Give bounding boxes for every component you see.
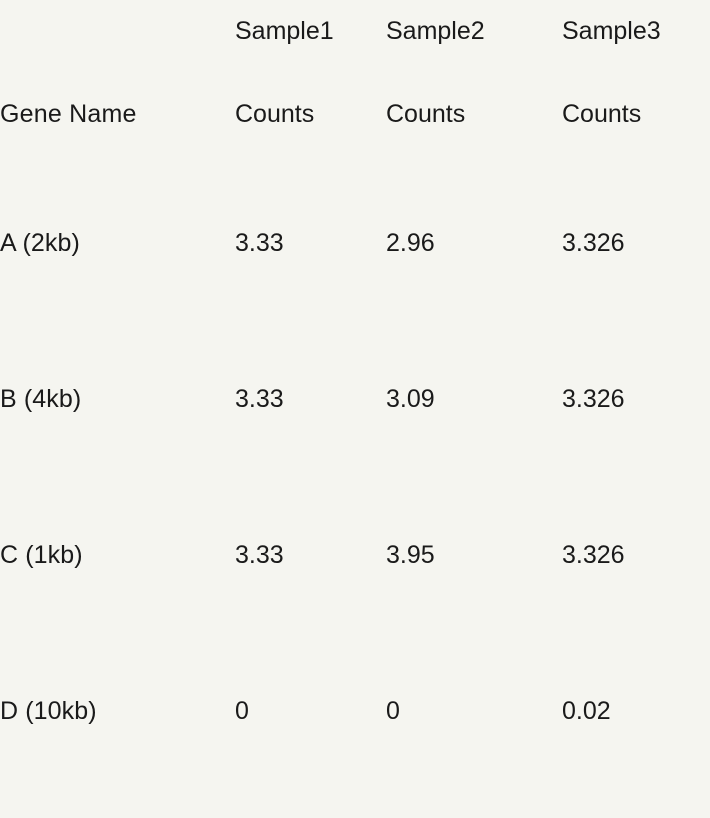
count-cell-sample3: 0.02 [562,697,611,725]
column-header-gene-name: Gene Name [0,99,137,128]
table-row: D (10kb) 0 0 0.02 [0,633,710,789]
count-cell-sample1: 3.33 [235,541,284,569]
count-cell-sample1: 0 [235,697,249,725]
count-cell-sample1: 3.33 [235,385,284,413]
table-body: A (2kb) 3.33 2.96 3.326 B (4kb) 3.33 3.0… [0,165,710,789]
table-row: C (1kb) 3.33 3.95 3.326 [0,477,710,633]
gene-name-cell: C (1kb) [0,541,83,569]
count-cell-sample1: 3.33 [235,229,284,257]
table-row: B (4kb) 3.33 3.09 3.326 [0,321,710,477]
header-spacer-top [0,0,215,62]
gene-name-cell: D (10kb) [0,697,97,725]
count-cell-sample2: 3.09 [386,385,435,413]
table-header: Sample1 Sample2 Sample3 Gene Name Counts… [0,0,710,165]
gene-name-cell: A (2kb) [0,229,80,257]
column-header-sample3: Sample3 [562,17,661,45]
column-header-sample1: Sample1 [235,17,334,45]
gene-name-cell: B (4kb) [0,385,82,413]
column-header-sample3-counts: Counts [562,99,642,128]
gene-counts-table: Sample1 Sample2 Sample3 Gene Name Counts… [0,0,710,789]
table-row: A (2kb) 3.33 2.96 3.326 [0,165,710,321]
count-cell-sample3: 3.326 [562,541,625,569]
count-cell-sample3: 3.326 [562,229,625,257]
count-cell-sample3: 3.326 [562,385,625,413]
count-cell-sample2: 2.96 [386,229,435,257]
column-header-sample1-counts: Counts [235,99,315,128]
header-row-units: Gene Name Counts Counts Counts [0,62,710,165]
column-header-sample2-counts: Counts [386,99,466,128]
count-cell-sample2: 0 [386,697,400,725]
table-canvas: Sample1 Sample2 Sample3 Gene Name Counts… [0,0,710,818]
count-cell-sample2: 3.95 [386,541,435,569]
column-header-sample2: Sample2 [386,17,485,45]
header-row-samples: Sample1 Sample2 Sample3 [0,0,710,62]
